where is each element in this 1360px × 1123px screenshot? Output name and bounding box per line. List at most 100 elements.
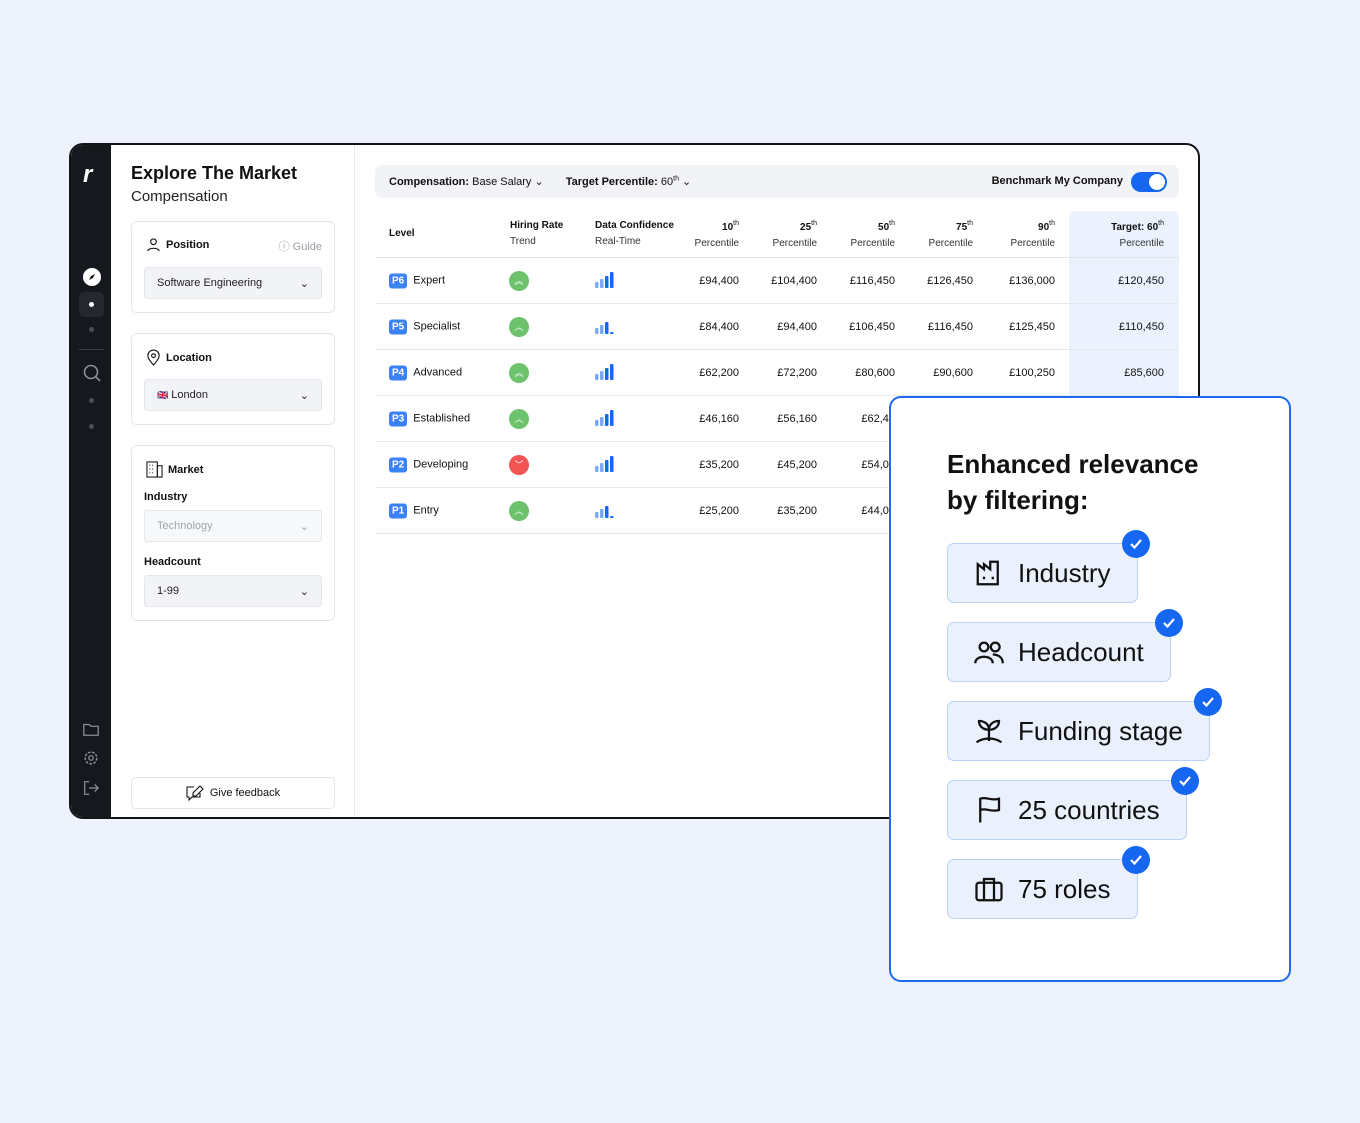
logout-icon[interactable] xyxy=(82,779,100,797)
filter-chip[interactable]: Headcount xyxy=(947,609,1183,682)
check-icon xyxy=(1154,609,1183,637)
level-badge: P1 xyxy=(389,503,408,518)
flag-icon xyxy=(979,796,1001,823)
compensation-dropdown[interactable]: Compensation: Base Salary ⌄ xyxy=(389,175,544,188)
salary-value: £56,160 xyxy=(777,412,817,425)
nav-dot[interactable] xyxy=(89,327,94,332)
filter-chip[interactable]: Funding stage xyxy=(947,688,1222,761)
salary-value: £116,450 xyxy=(849,274,895,287)
confidence-high-icon xyxy=(595,409,615,429)
compensation-value: Base Salary xyxy=(472,176,532,188)
chip-label: Industry xyxy=(1018,557,1111,588)
building-icon xyxy=(146,461,163,478)
column-header: Hiring Rate Trend xyxy=(510,220,564,247)
confidence-high-icon xyxy=(595,271,615,291)
table-row[interactable]: P4 Advanced ︽ £62,200 £72,200 £80,600 £90,600 £… xyxy=(375,350,1179,396)
trend-down-icon: ﹀ xyxy=(509,454,529,475)
page-title: Explore The Market xyxy=(131,163,298,183)
chip-label: Headcount xyxy=(1018,636,1144,667)
give-feedback-button[interactable]: Give feedback xyxy=(131,777,335,809)
filter-chip[interactable]: 75 roles xyxy=(947,846,1150,919)
salary-value: £94,400 xyxy=(699,274,739,287)
salary-value: £84,400 xyxy=(699,320,739,333)
compass-icon[interactable] xyxy=(82,267,102,287)
salary-value: £136,000 xyxy=(1009,274,1055,287)
briefcase-icon xyxy=(975,877,1003,902)
filter-chip[interactable]: 25 countries xyxy=(947,767,1199,840)
salary-value: £25,200 xyxy=(699,504,739,517)
salary-value: £94,400 xyxy=(777,320,817,333)
column-header: Level xyxy=(389,228,415,239)
level-cell: P2 Developing xyxy=(389,457,468,472)
position-label: Position xyxy=(166,238,210,251)
target-label: Target Percentile: xyxy=(565,176,658,188)
location-select[interactable]: 🇬🇧 London ⌄ xyxy=(144,379,322,411)
location-label: Location xyxy=(166,351,212,364)
location-card: Location 🇬🇧 London ⌄ xyxy=(131,333,335,425)
divider xyxy=(79,349,104,350)
guide-link[interactable]: ⓘ Guide xyxy=(279,238,322,254)
check-icon xyxy=(1193,688,1222,716)
industry-value: Technology xyxy=(157,520,213,532)
toolbar: Compensation: Base Salary ⌄ Target Perce… xyxy=(375,165,1179,198)
market-label: Market xyxy=(168,463,204,476)
salary-value: £110,450 xyxy=(1118,320,1164,333)
salary-value: £104,400 xyxy=(771,274,817,287)
trend-up-icon: ︿ xyxy=(509,316,529,337)
column-header: 90th Percentile xyxy=(1010,220,1055,249)
salary-value: £120,450 xyxy=(1118,274,1164,287)
headcount-select[interactable]: 1-99 ⌄ xyxy=(144,575,322,607)
market-card: Market Industry Technology ⌄ Headcount 1-… xyxy=(131,445,335,621)
salary-value: £35,200 xyxy=(699,458,739,471)
industry-select[interactable]: Technology ⌄ xyxy=(144,510,322,542)
headcount-value: 1-99 xyxy=(157,585,180,597)
target-value: 60 xyxy=(660,176,674,188)
chevron-down-icon: ⌄ xyxy=(299,585,309,598)
benchmark-toggle[interactable] xyxy=(1131,172,1167,192)
search-icon[interactable] xyxy=(82,363,102,383)
column-header: 75th Percentile xyxy=(928,220,973,249)
table-row[interactable]: P6 Expert ︽ £94,400 £104,400 £116,450 £126,450… xyxy=(375,258,1179,304)
confidence-high-icon xyxy=(595,455,615,475)
level-cell: P5 Specialist xyxy=(389,319,460,334)
level-name: Entry xyxy=(413,504,439,516)
confidence-medium-icon xyxy=(595,501,615,521)
filter-panel: Explore The Market Compensation Position… xyxy=(111,145,355,817)
salary-value: £46,160 xyxy=(699,412,739,425)
filtering-title: Enhanced relevance by filtering: xyxy=(947,449,1199,515)
nav-rail: r xyxy=(71,145,111,817)
edit-icon xyxy=(186,785,204,801)
sprout-icon xyxy=(975,719,1003,744)
gear-icon[interactable] xyxy=(82,749,100,767)
users-icon xyxy=(974,641,1004,664)
level-cell: P6 Expert xyxy=(389,273,445,288)
salary-value: £100,250 xyxy=(1009,366,1055,379)
column-header: 25th Percentile xyxy=(772,220,817,249)
target-sup: th xyxy=(673,175,679,183)
chevron-down-icon: ⌄ xyxy=(299,520,309,533)
folder-icon[interactable] xyxy=(82,720,100,738)
filter-chip[interactable]: Industry xyxy=(947,530,1150,603)
salary-value: £126,450 xyxy=(927,274,973,287)
level-badge: P3 xyxy=(389,411,408,426)
column-header: Data Confidence Real-Time xyxy=(595,220,674,247)
salary-value: £62,200 xyxy=(699,366,739,379)
column-header: 50th Percentile xyxy=(850,220,895,249)
headcount-label: Headcount xyxy=(144,556,201,568)
salary-value: £85,600 xyxy=(1124,366,1164,379)
position-select[interactable]: Software Engineering ⌄ xyxy=(144,267,322,299)
nav-dot[interactable] xyxy=(89,424,94,429)
check-icon xyxy=(1121,530,1150,558)
table-row[interactable]: P5 Specialist ︿ £84,400 £94,400 £106,450 £116,… xyxy=(375,304,1179,350)
map-pin-icon xyxy=(147,349,160,366)
trend-double-up-icon: ︽ xyxy=(509,270,529,291)
trend-double-up-icon: ︽ xyxy=(509,362,529,383)
target-percentile-dropdown[interactable]: Target Percentile: 60th ⌄ xyxy=(566,175,692,188)
nav-item-active[interactable] xyxy=(79,292,104,317)
salary-value: £45,200 xyxy=(777,458,817,471)
factory-icon xyxy=(976,560,999,586)
position-card: Position ⓘ Guide Software Engineering ⌄ xyxy=(131,221,335,313)
table-header: Level Hiring Rate Trend Data Confidence Real… xyxy=(375,211,1179,258)
uk-flag-icon: 🇬🇧 xyxy=(157,390,169,400)
nav-dot[interactable] xyxy=(89,398,94,403)
